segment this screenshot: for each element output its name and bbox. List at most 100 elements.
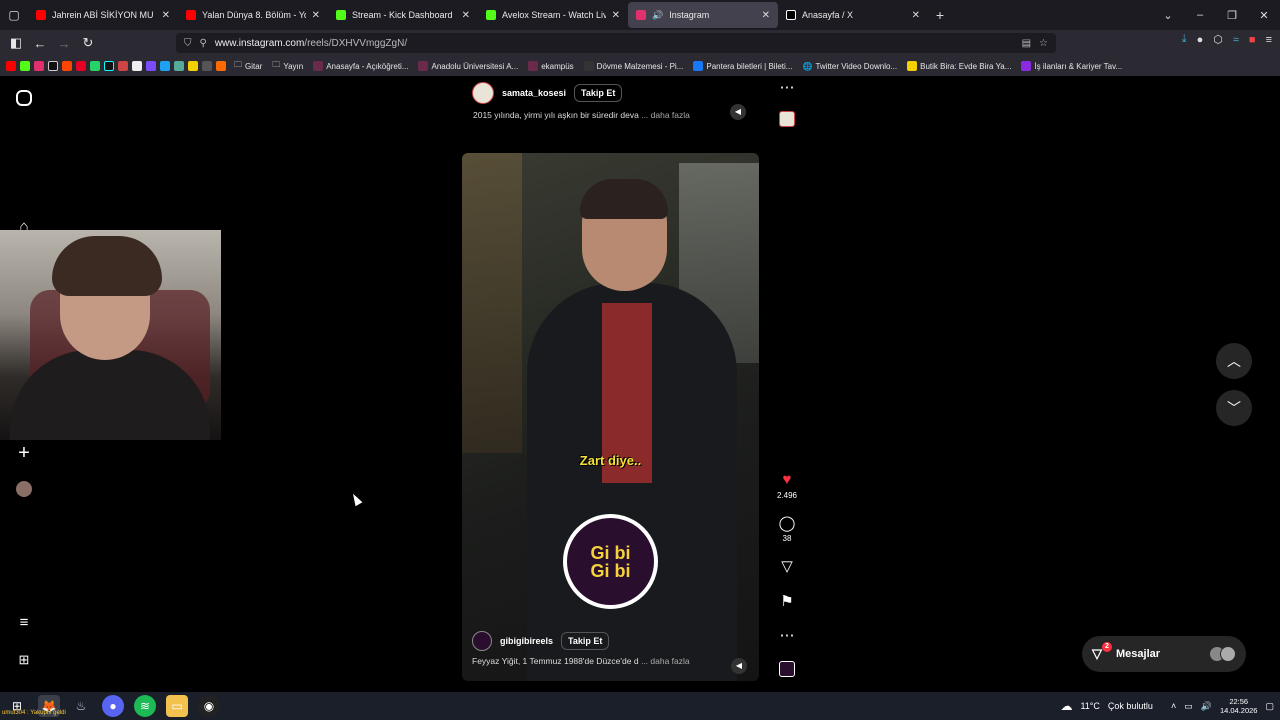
close-icon[interactable]: ✕: [462, 10, 470, 21]
reel-video[interactable]: Zart diye.. Gi bi Gi bi gibigibireels Ta…: [462, 153, 759, 681]
volume-icon[interactable]: 🔊: [1201, 701, 1212, 712]
close-icon[interactable]: ✕: [762, 10, 770, 21]
tab-2[interactable]: Yalan Dünya 8. Bölüm - YouTube ✕: [178, 2, 328, 28]
audio-icon[interactable]: [775, 661, 799, 677]
bookmark-star-icon[interactable]: ☆: [1039, 38, 1048, 49]
extension-icon[interactable]: ≈: [1233, 34, 1239, 46]
tab-4[interactable]: Avelox Stream - Watch Live on Kick ✕: [478, 2, 628, 28]
bookmark-icon[interactable]: [132, 61, 142, 71]
bookmark-pantera[interactable]: Pantera biletleri | Bileti...: [693, 61, 792, 71]
x-icon[interactable]: [48, 61, 58, 71]
bookmark-acikogretim[interactable]: Anasayfa - Açıköğreti...: [313, 61, 408, 71]
bookmark-folder-yayin[interactable]: 🗀 Yayın: [272, 59, 303, 73]
comment-action[interactable]: ◯ 38: [775, 514, 799, 543]
bookmark-folder-gitar[interactable]: 🗀 Gitar: [234, 59, 262, 73]
extensions-icon[interactable]: ⬡: [1213, 33, 1223, 46]
bookmark-twitter-video[interactable]: 🌐 Twitter Video Downlo...: [802, 62, 897, 71]
shield-icon[interactable]: ⛉: [184, 38, 192, 49]
restore-icon[interactable]: ❐: [1216, 9, 1248, 22]
chevron-up-icon[interactable]: ˄: [1171, 701, 1176, 711]
tab-x[interactable]: Anasayfa / X ✕: [778, 2, 928, 28]
reddit-icon[interactable]: [62, 61, 72, 71]
close-icon[interactable]: ✕: [312, 10, 320, 21]
kick-icon[interactable]: [20, 61, 30, 71]
reel-username[interactable]: gibigibireels: [500, 636, 553, 646]
samata-avatar[interactable]: [472, 82, 494, 104]
weather-temp[interactable]: 11°C: [1080, 701, 1099, 711]
tab-instagram[interactable]: 🔊 Instagram ✕: [628, 2, 778, 28]
speaker-icon[interactable]: 🔊: [652, 10, 663, 21]
minimize-icon[interactable]: –: [1184, 9, 1216, 21]
tab-1[interactable]: Jahrein ABİ SİKİYON MU - YouTube ✕: [28, 2, 178, 28]
share-icon[interactable]: ▽: [775, 557, 799, 575]
previous-post-more-icon[interactable]: ⋯: [775, 78, 799, 96]
weather-desc[interactable]: Çok bulutlu: [1108, 701, 1153, 711]
previous-reel-button[interactable]: ︿: [1216, 343, 1252, 379]
post-username[interactable]: samata_kosesi: [502, 88, 566, 98]
url-bar[interactable]: ⛉ ⚲ www.instagram.com/reels/DXHVVmggZgN/…: [176, 33, 1056, 53]
more-options-icon[interactable]: ⋯: [775, 626, 799, 644]
close-window-icon[interactable]: ✕: [1248, 9, 1280, 22]
new-tab-button[interactable]: +: [928, 7, 952, 23]
notification-icon[interactable]: ▢: [1265, 701, 1274, 712]
pinterest-icon[interactable]: [76, 61, 86, 71]
whatsapp-icon[interactable]: [90, 61, 100, 71]
bookmark-icon[interactable]: [146, 61, 156, 71]
bookmark-icon[interactable]: [174, 61, 184, 71]
save-icon[interactable]: ⚑: [775, 592, 799, 610]
reader-icon[interactable]: ▤: [1022, 38, 1031, 49]
more-link[interactable]: ... daha fazla: [641, 110, 690, 120]
bookmark-icon[interactable]: [202, 61, 212, 71]
download-icon[interactable]: ⤓: [1182, 33, 1187, 46]
spotify-icon[interactable]: ≋: [134, 695, 156, 717]
also-from-meta-icon[interactable]: ⊞: [14, 652, 34, 672]
instagram-icon[interactable]: [34, 61, 44, 71]
weather-icon[interactable]: ☁: [1060, 699, 1072, 713]
bookmark-kariyer[interactable]: İş ilanları & Kariyer Tav...: [1021, 61, 1122, 71]
volume-icon[interactable]: ◀: [731, 658, 747, 674]
menu-icon[interactable]: ≡: [1266, 34, 1272, 46]
bookmark-icon[interactable]: [216, 61, 226, 71]
close-icon[interactable]: ✕: [612, 10, 620, 21]
clock[interactable]: 22:56 14.04.2026: [1220, 697, 1258, 715]
more-link[interactable]: ... daha fazla: [641, 656, 690, 666]
bookmark-anadolu[interactable]: Anadolu Üniversitesi A...: [418, 61, 518, 71]
tab-3[interactable]: Stream - Kick Dashboard ✕: [328, 2, 478, 28]
comment-icon[interactable]: ◯: [775, 514, 799, 532]
obs-icon[interactable]: ◉: [198, 695, 220, 717]
messages-button[interactable]: ▽ 2 Mesajlar: [1082, 636, 1246, 672]
site-info-icon[interactable]: ⚲: [200, 38, 207, 49]
youtube-icon[interactable]: [6, 61, 16, 71]
volume-icon[interactable]: ◀: [730, 104, 746, 120]
profile-avatar[interactable]: [16, 481, 32, 497]
tiktok-icon[interactable]: [104, 61, 114, 71]
more-menu-icon[interactable]: ≡: [14, 614, 34, 634]
next-reel-button[interactable]: ﹀: [1216, 390, 1252, 426]
close-icon[interactable]: ✕: [912, 10, 920, 21]
gibigibi-avatar[interactable]: [472, 631, 492, 651]
sidebar-toggle-icon[interactable]: ◧: [4, 35, 28, 51]
instagram-logo-icon[interactable]: [16, 90, 32, 106]
previous-post-audio-icon[interactable]: [775, 111, 799, 127]
tab-list-icon[interactable]: ⌄: [1152, 9, 1184, 22]
account-icon[interactable]: ●: [1197, 34, 1204, 46]
bookmark-butik-bira[interactable]: Butik Bira: Evde Bira Ya...: [907, 61, 1011, 71]
bookmark-dovme[interactable]: Dövme Malzemesi - Pi...: [583, 61, 683, 71]
bookmark-ekampus[interactable]: ekampüs: [528, 61, 574, 71]
like-action[interactable]: ♥ 2.496: [775, 471, 799, 500]
bookmark-icon[interactable]: [160, 61, 170, 71]
create-icon[interactable]: +: [14, 442, 34, 464]
bookmark-icon[interactable]: [118, 61, 128, 71]
forward-icon[interactable]: →: [52, 36, 76, 51]
close-icon[interactable]: ✕: [162, 10, 170, 21]
follow-button[interactable]: Takip Et: [574, 84, 623, 102]
extension-badge-icon[interactable]: ■: [1249, 34, 1256, 46]
tab-overview-icon[interactable]: ▢: [0, 0, 28, 30]
follow-button[interactable]: Takip Et: [561, 632, 610, 650]
network-icon[interactable]: ▭: [1184, 701, 1193, 712]
steam-icon[interactable]: ♨: [70, 695, 92, 717]
bookmark-icon[interactable]: [188, 61, 198, 71]
back-icon[interactable]: ←: [28, 36, 52, 51]
reload-icon[interactable]: ↻: [76, 35, 100, 51]
discord-icon[interactable]: ●: [102, 695, 124, 717]
